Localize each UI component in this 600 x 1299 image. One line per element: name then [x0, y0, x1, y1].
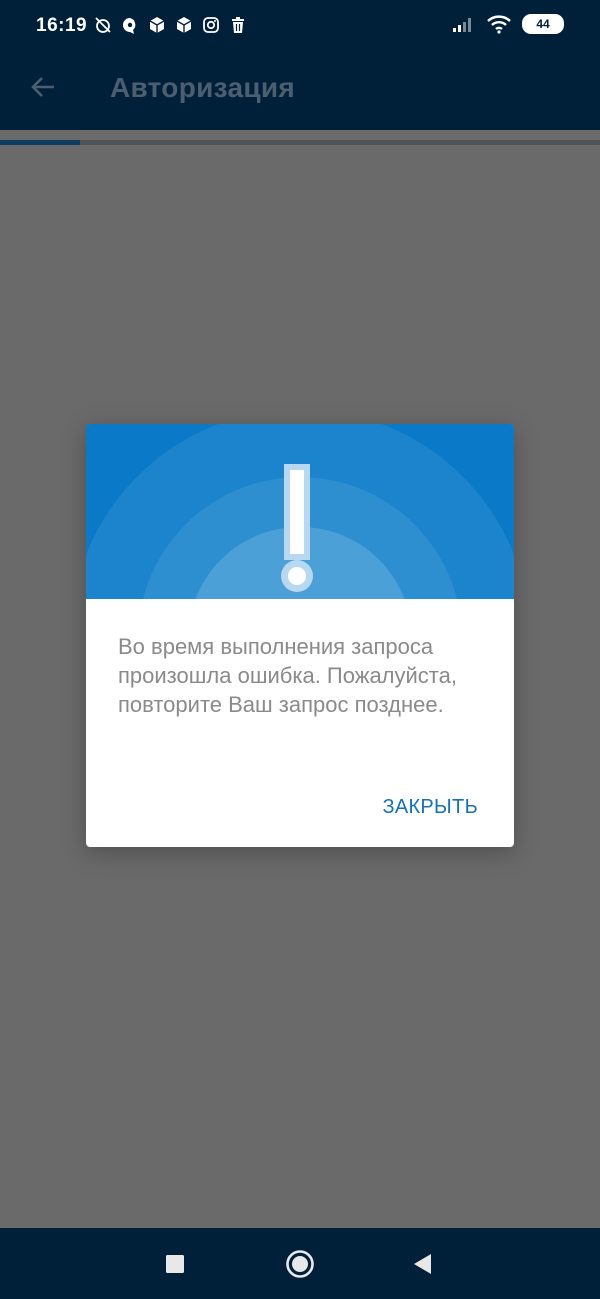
back-nav-button[interactable]	[405, 1246, 441, 1282]
app-bar: Авторизация	[0, 44, 600, 130]
circle-home-icon	[286, 1250, 314, 1278]
system-status-icons: 44	[452, 14, 564, 34]
recents-button[interactable]	[157, 1246, 193, 1282]
status-bar: 16:19 44	[0, 0, 600, 44]
square-icon	[166, 1255, 184, 1273]
screen: 16:19 44 Авторизация Во время выполнения…	[0, 0, 600, 1299]
signal-icon	[453, 18, 471, 32]
back-button[interactable]	[22, 66, 64, 108]
exclamation-icon	[281, 464, 313, 592]
battery-icon: 44	[522, 14, 564, 34]
arrow-left-icon	[31, 77, 54, 97]
triangle-back-icon	[414, 1254, 431, 1274]
alarm-off-icon	[95, 17, 111, 33]
instagram-icon	[203, 17, 219, 33]
navigation-bar	[0, 1228, 600, 1299]
notification-icons	[94, 16, 247, 34]
dialog-header-graphic	[86, 424, 514, 599]
close-button[interactable]: ЗАКРЫТЬ	[382, 796, 478, 819]
progress-bar	[0, 140, 600, 145]
wifi-icon	[487, 15, 511, 34]
box-icon-2	[176, 17, 192, 33]
page-title: Авторизация	[110, 72, 296, 103]
status-time: 16:19	[36, 15, 88, 36]
progress-fill	[0, 140, 80, 145]
error-dialog: Во время выполнения запроса произошла ош…	[86, 424, 514, 847]
box-icon	[149, 17, 165, 33]
dialog-message: Во время выполнения запроса произошла ош…	[118, 634, 457, 717]
home-button[interactable]	[282, 1246, 318, 1282]
messenger-icon	[123, 18, 136, 34]
dialog-header	[86, 424, 514, 599]
trash-icon	[232, 17, 244, 33]
